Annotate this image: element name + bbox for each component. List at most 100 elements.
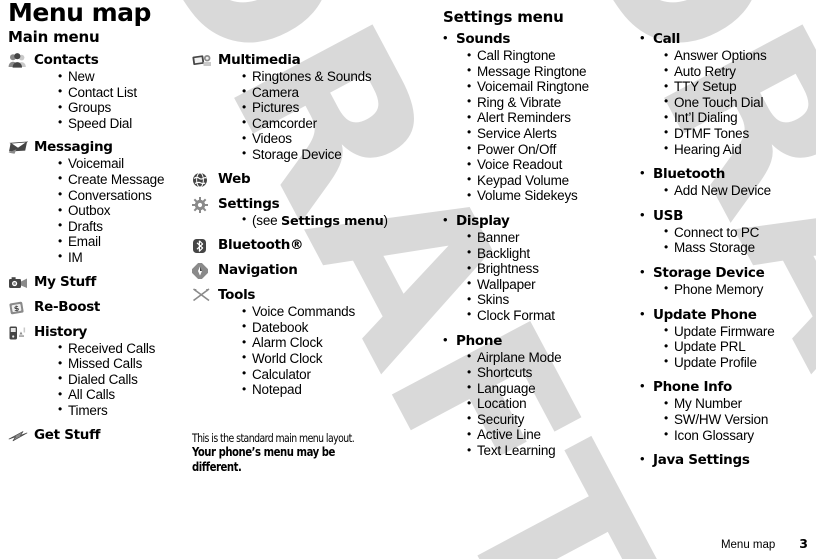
submenu-item[interactable]: Missed Calls [58,356,190,372]
settings-subitem[interactable]: Brightness [467,261,639,277]
menu-group-my-stuff[interactable]: My Stuff [8,274,190,291]
menu-group-get-stuff[interactable]: Get Stuff [8,427,190,444]
settings-group-bluetooth[interactable]: BluetoothAdd New Device [640,165,816,199]
submenu-cross-reference[interactable]: (see Settings menu) [242,212,392,230]
settings-subitem[interactable]: Int’l Dialing [664,110,816,126]
settings-group-call[interactable]: CallAnswer OptionsAuto RetryTTY SetupOne… [640,30,816,157]
settings-subitem[interactable]: Update Firmware [664,323,816,340]
settings-group-sounds[interactable]: SoundsCall RingtoneMessage RingtoneVoice… [443,30,639,204]
submenu-item[interactable]: Notepad [242,382,392,398]
settings-sublist: Answer OptionsAuto RetryTTY SetupOne Tou… [653,48,816,157]
settings-subitem[interactable]: Ring & Vibrate [467,94,639,111]
submenu-list: (see Settings menu) [218,212,392,230]
submenu-item[interactable]: Dialed Calls [58,371,190,388]
submenu-item[interactable]: All Calls [58,387,190,403]
settings-group-storage-device[interactable]: Storage DevicePhone Memory [640,264,816,298]
settings-subitem[interactable]: Update PRL [664,339,816,355]
submenu-item[interactable]: Voice Commands [242,304,392,320]
settings-subitem[interactable]: Volume Sidekeys [467,188,639,204]
submenu-item[interactable]: World Clock [242,350,392,367]
submenu-item[interactable]: Email [58,234,190,250]
settings-subitem[interactable]: Airplane Mode [467,349,639,366]
menu-group-multimedia[interactable]: MultimediaRingtones & SoundsCameraPictur… [192,52,392,163]
settings-group-java-settings[interactable]: Java Settings [640,451,816,469]
menu-group-history[interactable]: HistoryReceived CallsMissed CallsDialed … [8,324,190,419]
submenu-item[interactable]: Alarm Clock [242,335,392,351]
submenu-item[interactable]: Contact List [58,84,190,101]
settings-subitem[interactable]: Update Profile [664,354,816,371]
submenu-item[interactable]: Voicemail [58,156,190,172]
settings-group-usb[interactable]: USBConnect to PCMass Storage [640,207,816,256]
settings-subitem[interactable]: Clock Format [467,307,639,324]
menu-group-navigation[interactable]: Navigation [192,262,392,280]
submenu-item[interactable]: Drafts [58,218,190,235]
settings-group-update-phone[interactable]: Update PhoneUpdate FirmwareUpdate PRLUpd… [640,306,816,371]
submenu-item[interactable]: Videos [242,131,392,147]
settings-subitem[interactable]: Call Ringtone [467,48,639,64]
settings-subitem[interactable]: SW/HW Version [664,411,816,428]
menu-group-web[interactable]: Web [192,171,392,188]
settings-subitem[interactable]: Add New Device [664,183,816,199]
submenu-item[interactable]: Pictures [242,100,392,116]
settings-subitem[interactable]: Alert Reminders [467,110,639,126]
submenu-item[interactable]: Ringtones & Sounds [242,69,392,85]
menu-group-label: Settings [218,195,280,212]
settings-subitem[interactable]: Service Alerts [467,125,639,142]
settings-subitem[interactable]: Skins [467,292,639,308]
settings-subitem[interactable]: My Number [664,396,816,412]
settings-subitem[interactable]: Shortcuts [467,365,639,381]
settings-subitem[interactable]: Keypad Volume [467,172,639,189]
submenu-list: NewContact ListGroupsSpeed Dial [34,69,190,131]
menu-group-contacts[interactable]: ContactsNewContact ListGroupsSpeed Dial [8,52,190,131]
submenu-item[interactable]: Calculator [242,366,392,383]
settings-group-label: Storage Device [653,264,765,281]
settings-subitem[interactable]: Banner [467,229,639,246]
submenu-item[interactable]: Groups [58,100,190,116]
settings-subitem[interactable]: Message Ringtone [467,63,639,80]
settings-subitem[interactable]: One Touch Dial [664,94,816,111]
settings-subitem[interactable]: Location [467,396,639,412]
menu-group-messaging[interactable]: MessagingVoicemailCreate MessageConversa… [8,139,190,265]
settings-subitem[interactable]: Hearing Aid [664,141,816,158]
settings-subitem[interactable]: Mass Storage [664,240,816,256]
menu-group-tools[interactable]: ToolsVoice CommandsDatebookAlarm ClockWo… [192,287,392,398]
settings-subitem[interactable]: Answer Options [664,48,816,64]
submenu-item[interactable]: Camera [242,84,392,101]
settings-group-display[interactable]: DisplayBannerBacklightBrightnessWallpape… [443,212,639,324]
submenu-item[interactable]: Conversations [58,187,190,204]
submenu-item[interactable]: Received Calls [58,340,190,357]
submenu-item[interactable]: Datebook [242,319,392,336]
settings-subitem[interactable]: Wallpaper [467,276,639,293]
submenu-item[interactable]: Storage Device [242,146,392,163]
settings-subitem[interactable]: Voicemail Ringtone [467,79,639,95]
menu-group-label: Contacts [34,52,99,68]
settings-subitem[interactable]: TTY Setup [664,79,816,95]
submenu-item[interactable]: Create Message [58,171,190,188]
settings-subitem[interactable]: Active Line [467,427,639,443]
settings-group-phone-info[interactable]: Phone InfoMy NumberSW/HW VersionIcon Glo… [640,378,816,444]
settings-subitem[interactable]: Language [467,380,639,397]
note-bold-text: Your phone’s menu may be different. [192,445,335,474]
settings-subitem[interactable]: Voice Readout [467,157,639,173]
settings-subitem[interactable]: DTMF Tones [664,125,816,142]
submenu-item[interactable]: New [58,69,190,85]
settings-subitem[interactable]: Icon Glossary [664,427,816,444]
tools-icon [192,288,212,304]
settings-subitem[interactable]: Phone Memory [664,281,816,298]
submenu-item[interactable]: Camcorder [242,115,392,132]
submenu-item[interactable]: Timers [58,402,190,419]
settings-subitem[interactable]: Text Learning [467,443,639,459]
settings-subitem[interactable]: Power On/Off [467,141,639,158]
settings-subitem[interactable]: Connect to PC [664,224,816,241]
menu-group-label: History [34,323,88,340]
settings-subitem[interactable]: Backlight [467,245,639,262]
menu-group-settings[interactable]: Settings(see Settings menu) [192,196,392,230]
submenu-item[interactable]: IM [58,249,190,266]
menu-group-re-boost[interactable]: $ Re-Boost [8,299,190,316]
settings-group-phone[interactable]: PhoneAirplane ModeShortcutsLanguageLocat… [443,331,639,459]
settings-subitem[interactable]: Auto Retry [664,63,816,80]
settings-subitem[interactable]: Security [467,411,639,428]
submenu-item[interactable]: Outbox [58,203,190,219]
submenu-item[interactable]: Speed Dial [58,115,190,132]
menu-group-bluetooth[interactable]: Bluetooth® [192,237,392,254]
